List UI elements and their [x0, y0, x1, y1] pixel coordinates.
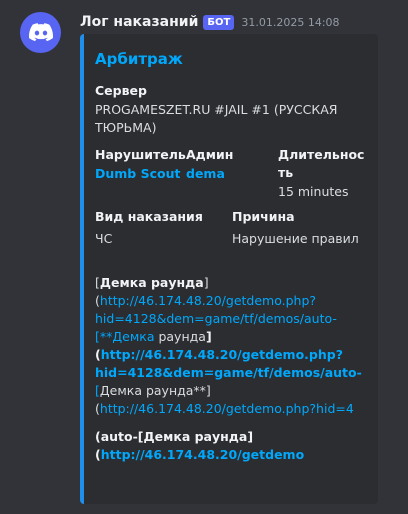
description-bold-text: ] — [205, 329, 212, 344]
field-admin-value[interactable]: dema — [186, 165, 225, 183]
description-text: Демка раунда**] — [99, 383, 211, 398]
discord-logo-icon — [28, 23, 53, 42]
description-line: (http://46.174.48.20/getdemo.php? — [95, 292, 316, 310]
field-admin-name: Админ — [186, 147, 234, 162]
description-line: (http://46.174.48.20/getdemo — [95, 446, 304, 464]
demo-link[interactable]: hid=4128&dem=game/tf/demos/auto- — [95, 310, 337, 328]
field-server-name: Сервер — [95, 83, 147, 98]
description-line: (auto-[Демка раунда] — [95, 428, 253, 446]
field-duration-name-line1: Длительнос — [278, 147, 365, 162]
description-line: [Демка раунда] — [95, 274, 209, 292]
field-reason-value: Нарушение правил — [232, 231, 359, 246]
description-bold-text: ] — [247, 429, 254, 444]
field-violator-value[interactable]: Dumb Scout — [95, 165, 180, 183]
message-timestamp: 31.01.2025 14:08 — [241, 15, 340, 29]
description-text: ] — [203, 275, 209, 290]
description-line: (http://46.174.48.20/getdemo.php?hid=4 — [95, 400, 354, 418]
embed-title[interactable]: Арбитраж — [95, 50, 183, 68]
description-line: (http://46.174.48.20/getdemo.php? — [95, 346, 343, 364]
description-line: [Демка раунда**] — [95, 382, 211, 400]
author-name[interactable]: Лог наказаний — [80, 14, 198, 30]
demo-link[interactable]: http://46.174.48.20/getdemo.php? — [100, 293, 316, 308]
field-server-value-line1: PROGAMESZET.RU #JAIL #1 (РУССКАЯ — [95, 102, 338, 117]
demo-link[interactable]: http://46.174.48.20/getdemo.php?hid=4 — [100, 401, 354, 416]
field-duration-value: 15 minutes — [278, 184, 349, 199]
description-bold-text: Демка раунда — [143, 429, 248, 444]
embed-card: Арбитраж Сервер PROGAMESZET.RU #JAIL #1 … — [80, 34, 378, 504]
field-punishment-type-name: Вид наказания — [95, 209, 203, 224]
field-reason-name: Причина — [232, 209, 295, 224]
demo-link[interactable]: [**Демка — [95, 329, 154, 344]
bot-message: Лог наказаний БОТ 31.01.2025 14:08 Арбит… — [0, 0, 408, 514]
demo-link[interactable]: hid=4128&dem=game/tf/demos/auto- — [95, 364, 362, 382]
demo-link[interactable]: http://46.174.48.20/getdemo.php? — [101, 347, 343, 362]
message-header: Лог наказаний БОТ 31.01.2025 14:08 — [80, 12, 340, 32]
avatar[interactable] — [20, 12, 61, 53]
field-duration-name-line2: ть — [278, 165, 294, 180]
field-server-value-line2: ТЮРЬМА) — [95, 120, 157, 135]
field-violator-name: Нарушитель — [95, 147, 186, 162]
description-text: раунда — [154, 329, 206, 344]
demo-link[interactable]: http://46.174.48.20/getdemo — [101, 447, 304, 462]
bot-badge: БОТ — [203, 14, 235, 30]
description-line: [**Демка раунда] — [95, 328, 212, 346]
description-bold-text: (auto-[ — [95, 429, 144, 444]
field-punishment-type-value: ЧС — [95, 231, 113, 246]
description-bold-text: Демка раунда — [99, 275, 204, 290]
